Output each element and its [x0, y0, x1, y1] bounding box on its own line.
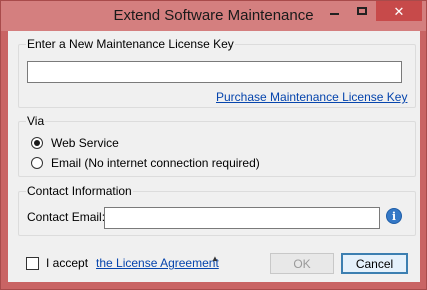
dialog-client-area: Enter a New Maintenance License Key Purc… — [8, 31, 420, 282]
accept-row: I accept the License Agreement — [26, 256, 219, 270]
maximize-button[interactable] — [349, 1, 375, 21]
license-key-group-legend: Enter a New Maintenance License Key — [26, 37, 235, 51]
dialog-window: Extend Software Maintenance ✕ Enter a Ne… — [0, 0, 427, 290]
license-agreement-link[interactable]: the License Agreement — [96, 256, 219, 270]
contact-information-group: Contact Information Contact Email: i — [18, 184, 416, 236]
close-button[interactable]: ✕ — [376, 1, 422, 21]
minimize-icon — [330, 13, 339, 15]
contact-email-input[interactable] — [104, 207, 380, 229]
email-option-label: Email (No internet connection required) — [51, 156, 260, 170]
maximize-icon — [357, 7, 367, 15]
cancel-button[interactable]: Cancel — [341, 253, 408, 274]
license-key-input[interactable] — [27, 61, 402, 83]
caret-up-icon: ▲ — [211, 254, 219, 263]
accept-label: I accept — [46, 256, 89, 270]
ok-button[interactable]: OK — [270, 253, 334, 274]
web-service-label: Web Service — [51, 136, 119, 150]
accept-checkbox[interactable] — [26, 256, 39, 270]
contact-group-legend: Contact Information — [26, 184, 133, 198]
contact-email-label: Contact Email: — [27, 210, 106, 224]
via-group: Via Web Service Email (No internet conne… — [18, 114, 416, 177]
title-bar[interactable]: Extend Software Maintenance ✕ — [1, 1, 426, 31]
info-icon[interactable]: i — [386, 208, 402, 224]
via-group-legend: Via — [26, 114, 46, 128]
purchase-license-link[interactable]: Purchase Maintenance License Key — [216, 90, 407, 104]
via-option-web-service[interactable]: Web Service — [31, 136, 119, 150]
minimize-button[interactable] — [321, 1, 348, 21]
license-key-group: Enter a New Maintenance License Key Purc… — [18, 37, 416, 108]
email-radio[interactable] — [31, 157, 43, 169]
via-option-email[interactable]: Email (No internet connection required) — [31, 156, 260, 170]
close-icon: ✕ — [393, 3, 405, 19]
web-service-radio[interactable] — [31, 137, 43, 149]
